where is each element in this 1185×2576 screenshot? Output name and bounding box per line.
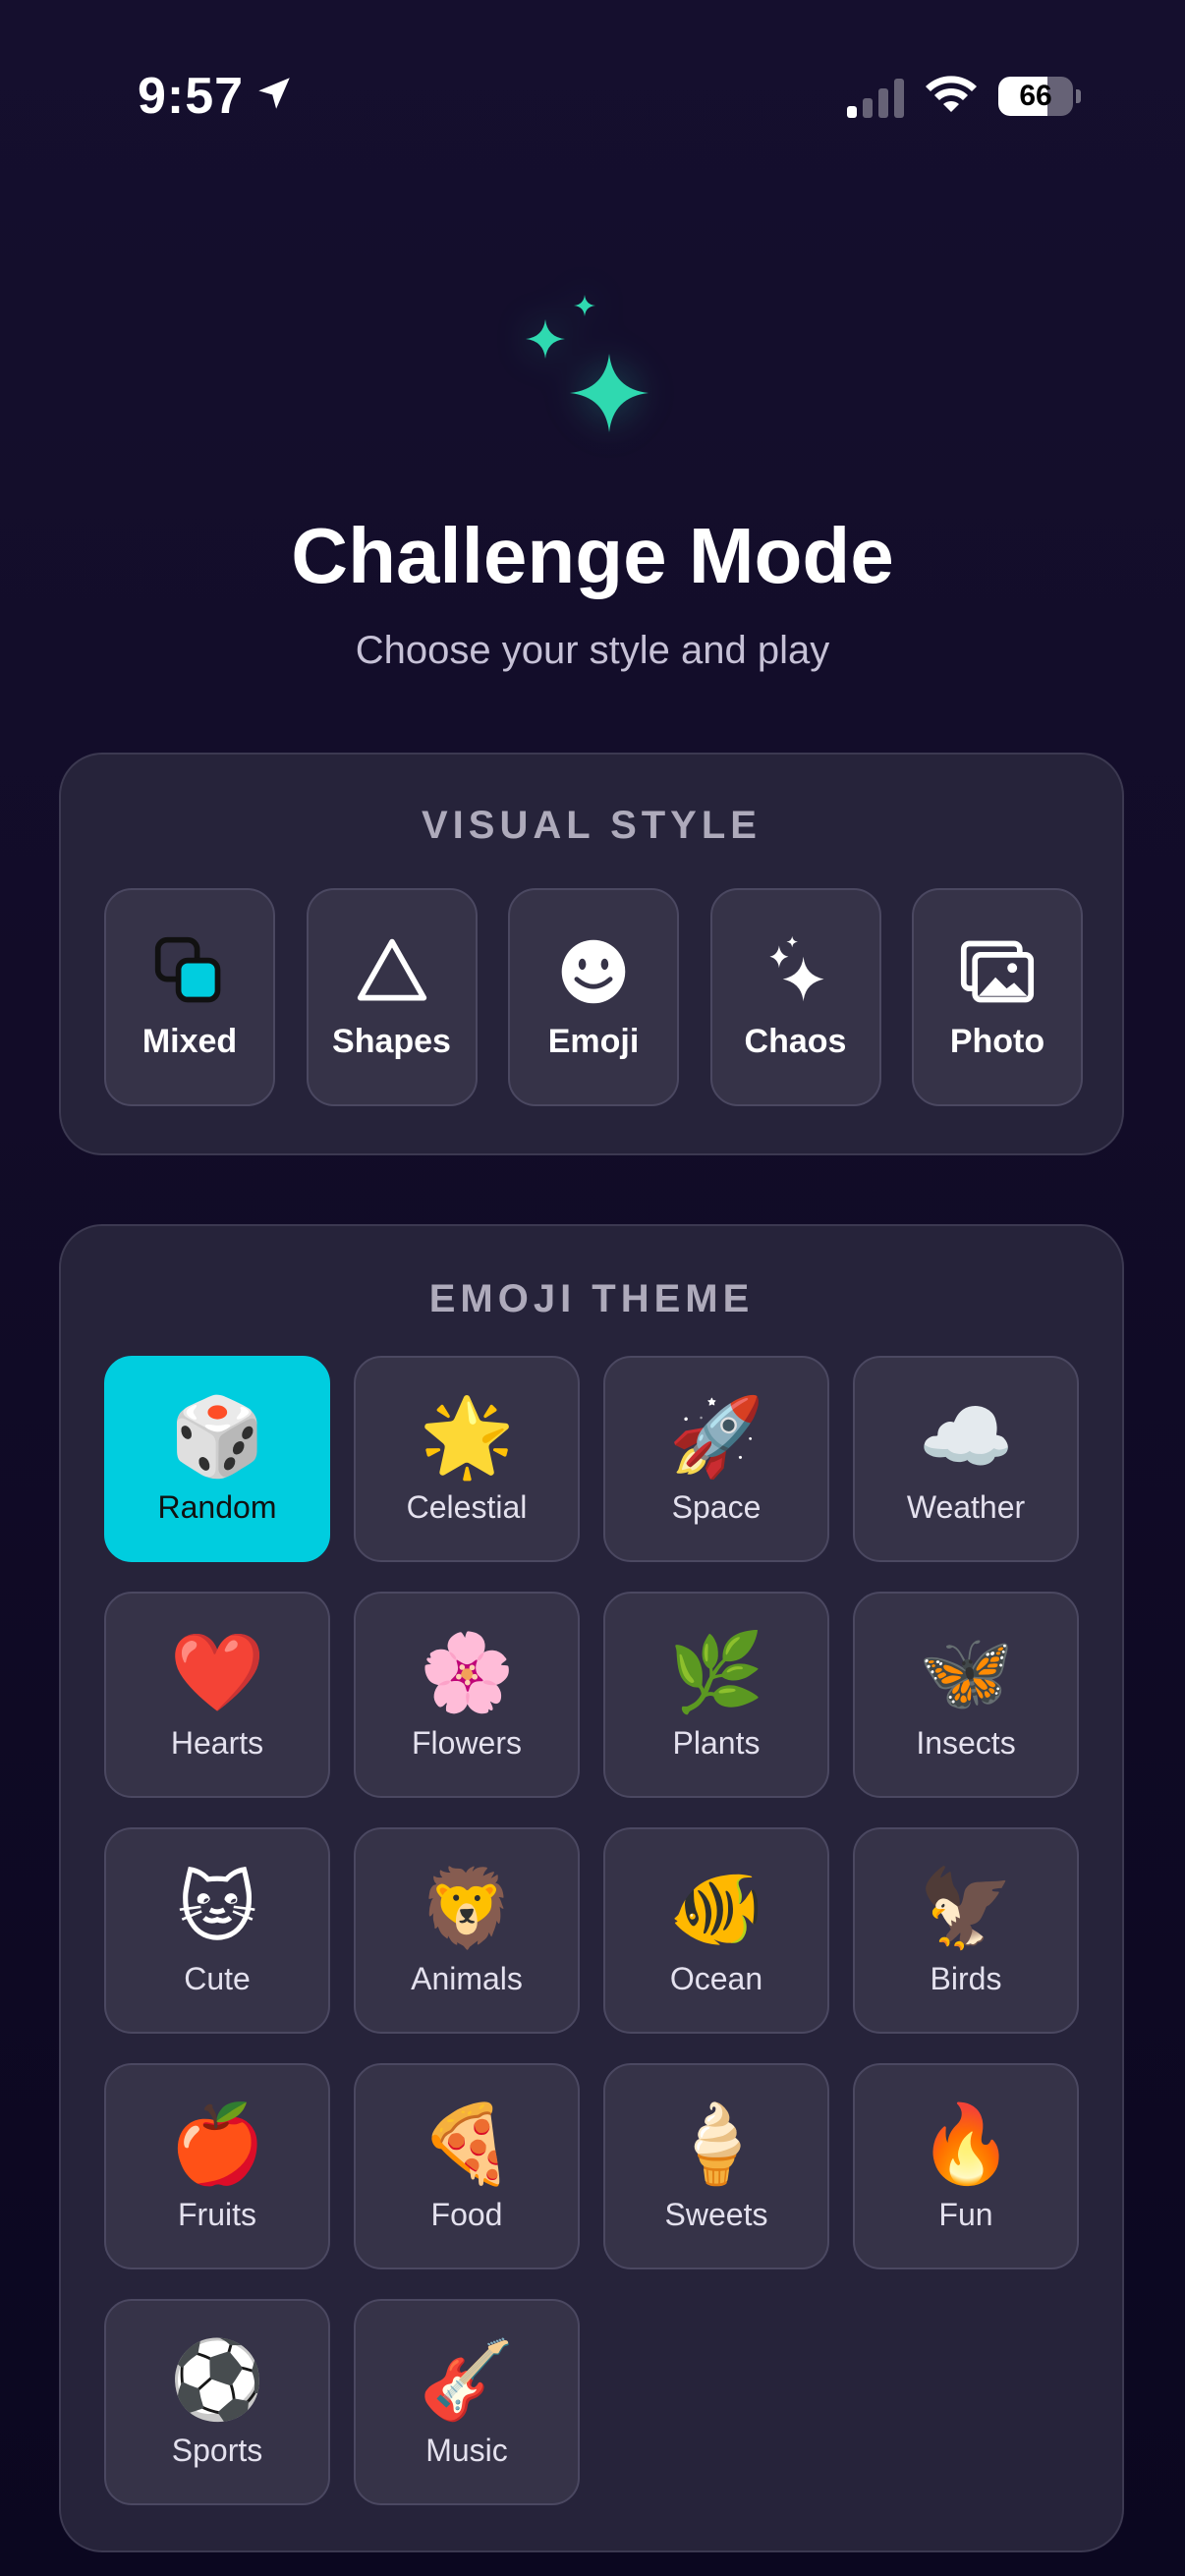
style-option-mixed[interactable]: Mixed (104, 888, 275, 1106)
theme-emoji-icon: 🎲 (169, 1392, 265, 1482)
theme-option-label: Celestial (406, 1488, 528, 1525)
style-option-photo[interactable]: Photo (912, 888, 1083, 1106)
style-option-shapes[interactable]: Shapes (306, 888, 478, 1106)
theme-option-label: Plants (672, 1724, 761, 1761)
theme-option-cute[interactable]: 🐱 Cute (104, 1827, 330, 2034)
triangle-icon (357, 938, 426, 1000)
emoji-theme-card: EMOJI THEME 🎲 Random 🌟 Celestial 🚀 Space ☁️ Wea… (59, 1224, 1124, 2552)
theme-option-birds[interactable]: 🦅 Birds (853, 1827, 1079, 2034)
theme-option-label: Food (430, 2196, 503, 2232)
style-option-label: Mixed (141, 1022, 238, 1060)
theme-option-label: Fun (938, 2196, 993, 2232)
theme-option-sports[interactable]: ⚽ Sports (104, 2299, 330, 2505)
theme-option-label: Sweets (664, 2196, 768, 2232)
theme-option-label: Sports (171, 2432, 263, 2468)
style-option-label: Emoji (547, 1022, 640, 1060)
photos-icon (960, 940, 1035, 1002)
theme-emoji-icon: ❤️ (169, 1628, 265, 1717)
theme-option-music[interactable]: 🎸 Music (354, 2299, 580, 2505)
theme-emoji-icon: 🌸 (419, 1628, 515, 1717)
page-subtitle: Choose your style and play (355, 629, 830, 672)
theme-emoji-icon: 🔥 (918, 2100, 1014, 2189)
theme-emoji-icon: 🌟 (419, 1392, 515, 1482)
status-bar: 9:57 66 (0, 0, 1185, 187)
theme-option-flowers[interactable]: 🌸 Flowers (354, 1592, 580, 1798)
wifi-icon (926, 76, 977, 112)
theme-option-food[interactable]: 🍕 Food (354, 2063, 580, 2269)
style-option-chaos[interactable]: Chaos (709, 888, 881, 1106)
theme-option-sweets[interactable]: 🍦 Sweets (603, 2063, 829, 2269)
theme-emoji-icon: 🦁 (419, 1864, 515, 1953)
battery-percent: 66 (1019, 80, 1052, 112)
cellular-signal-icon (847, 79, 904, 118)
theme-option-label: Random (157, 1488, 277, 1525)
theme-emoji-icon: 🚀 (668, 1392, 764, 1482)
emoji-theme-grid: 🎲 Random 🌟 Celestial 🚀 Space ☁️ Weather ❤️ Hearts… (104, 1356, 1083, 2505)
theme-option-hearts[interactable]: ❤️ Hearts (104, 1592, 330, 1798)
visual-style-card: VISUAL STYLE Mixed Shapes Emoji Chaos Ph… (59, 753, 1124, 1155)
overlapping-squares-icon (154, 936, 221, 1002)
theme-option-label: Birds (930, 1960, 1002, 1996)
theme-option-animals[interactable]: 🦁 Animals (354, 1827, 580, 2034)
theme-option-label: Music (425, 2432, 508, 2468)
style-option-label: Shapes (332, 1022, 451, 1060)
theme-emoji-icon: 🎸 (419, 2335, 515, 2425)
sparkles-logo-icon (526, 295, 649, 432)
theme-option-space[interactable]: 🚀 Space (603, 1356, 829, 1562)
theme-emoji-icon: 🐠 (668, 1864, 764, 1953)
smiley-icon (561, 939, 626, 1003)
theme-option-label: Insects (916, 1724, 1016, 1761)
theme-option-label: Hearts (170, 1724, 264, 1761)
theme-option-label: Space (671, 1488, 762, 1525)
theme-emoji-icon: ⚽ (169, 2335, 265, 2425)
theme-emoji-icon: 🦋 (918, 1628, 1014, 1717)
theme-option-fun[interactable]: 🔥 Fun (853, 2063, 1079, 2269)
theme-option-label: Cute (184, 1960, 251, 1996)
status-time: 9:57 (138, 68, 245, 125)
theme-emoji-icon: 🦅 (918, 1864, 1014, 1953)
theme-option-weather[interactable]: ☁️ Weather (853, 1356, 1079, 1562)
visual-style-title: VISUAL STYLE (422, 804, 762, 847)
theme-emoji-icon: ☁️ (918, 1392, 1014, 1482)
theme-option-label: Fruits (178, 2196, 256, 2232)
theme-emoji-icon: 🐱 (177, 1864, 257, 1953)
location-arrow-icon (258, 78, 290, 109)
style-option-label: Chaos (744, 1022, 847, 1060)
theme-option-label: Flowers (411, 1724, 522, 1761)
style-option-label: Photo (949, 1022, 1045, 1060)
style-option-emoji[interactable]: Emoji (508, 888, 679, 1106)
theme-emoji-icon: 🍕 (419, 2100, 515, 2189)
theme-option-random[interactable]: 🎲 Random (104, 1356, 330, 1562)
theme-option-insects[interactable]: 🦋 Insects (853, 1592, 1079, 1798)
sparkles-icon (768, 935, 823, 1001)
theme-option-label: Weather (906, 1488, 1026, 1525)
theme-option-ocean[interactable]: 🐠 Ocean (603, 1827, 829, 2034)
theme-emoji-icon: 🌿 (668, 1628, 764, 1717)
theme-emoji-icon: 🍦 (668, 2100, 764, 2189)
theme-option-plants[interactable]: 🌿 Plants (603, 1592, 829, 1798)
visual-style-options: Mixed Shapes Emoji Chaos Photo (104, 886, 1083, 1108)
battery-indicator: 66 (998, 77, 1081, 116)
emoji-theme-title: EMOJI THEME (428, 1277, 755, 1320)
theme-emoji-icon: 🍎 (169, 2100, 265, 2189)
theme-option-label: Ocean (669, 1960, 763, 1996)
theme-option-label: Animals (411, 1960, 523, 1996)
theme-option-fruits[interactable]: 🍎 Fruits (104, 2063, 330, 2269)
theme-option-celestial[interactable]: 🌟 Celestial (354, 1356, 580, 1562)
page-title: Challenge Mode (291, 512, 894, 599)
